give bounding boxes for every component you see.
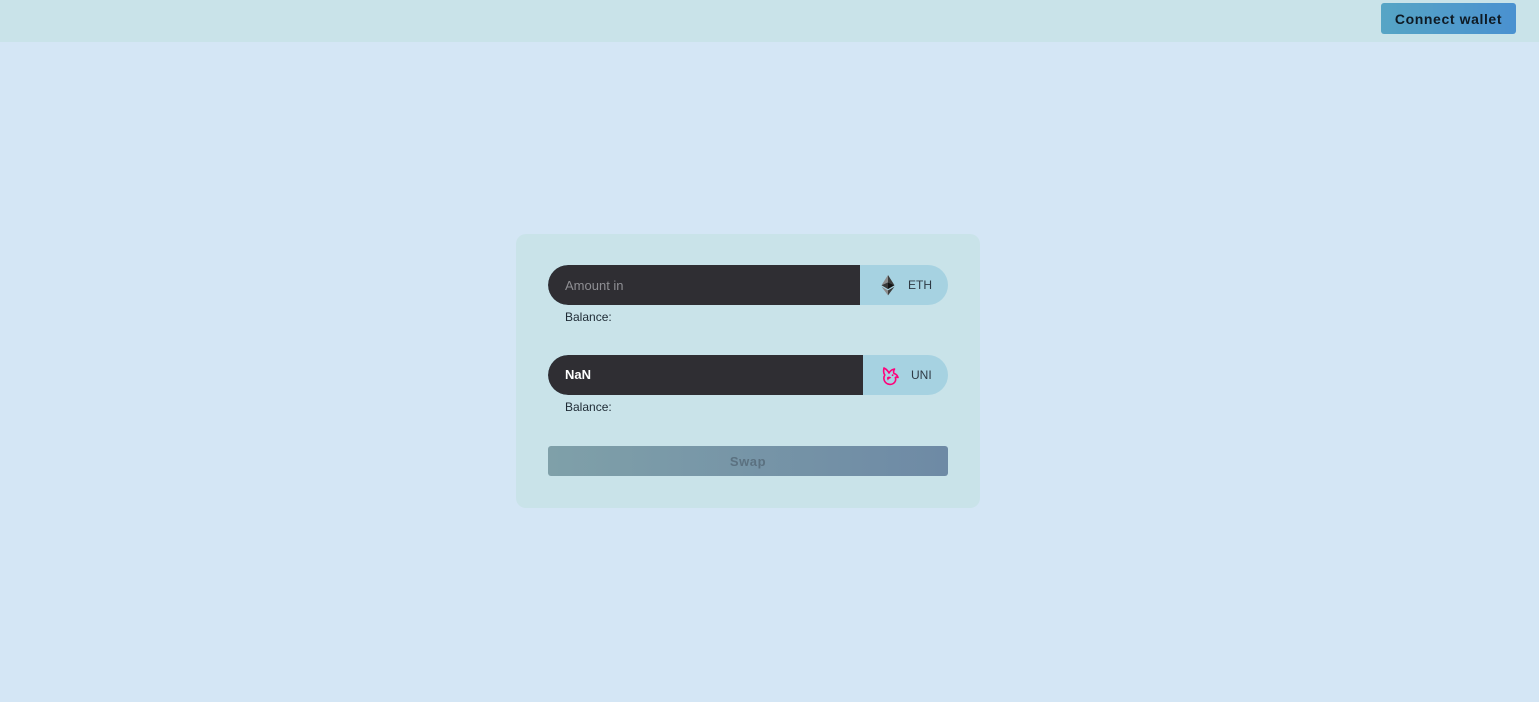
amount-in-box: [548, 265, 860, 305]
amount-in-input[interactable]: [548, 265, 860, 305]
token-symbol-out: UNI: [911, 368, 932, 382]
token-symbol-in: ETH: [908, 278, 932, 292]
ethereum-icon: [881, 275, 895, 296]
amount-in-row: ETH: [548, 265, 948, 305]
amount-out-row: NaN UNI: [548, 355, 948, 395]
swap-button[interactable]: Swap: [548, 446, 948, 476]
uniswap-icon: [882, 367, 899, 386]
balance-out-label: Balance:: [565, 400, 612, 414]
amount-out-value: NaN: [565, 367, 592, 382]
connect-wallet-button[interactable]: Connect wallet: [1381, 3, 1516, 34]
balance-in-label: Balance:: [565, 310, 612, 324]
swap-card: ETH Balance: NaN UNI Balance: Swap: [516, 234, 980, 508]
top-bar: Connect wallet: [0, 0, 1539, 42]
amount-out-box: NaN: [548, 355, 863, 395]
token-select-in[interactable]: ETH: [860, 265, 948, 305]
token-select-out[interactable]: UNI: [863, 355, 948, 395]
